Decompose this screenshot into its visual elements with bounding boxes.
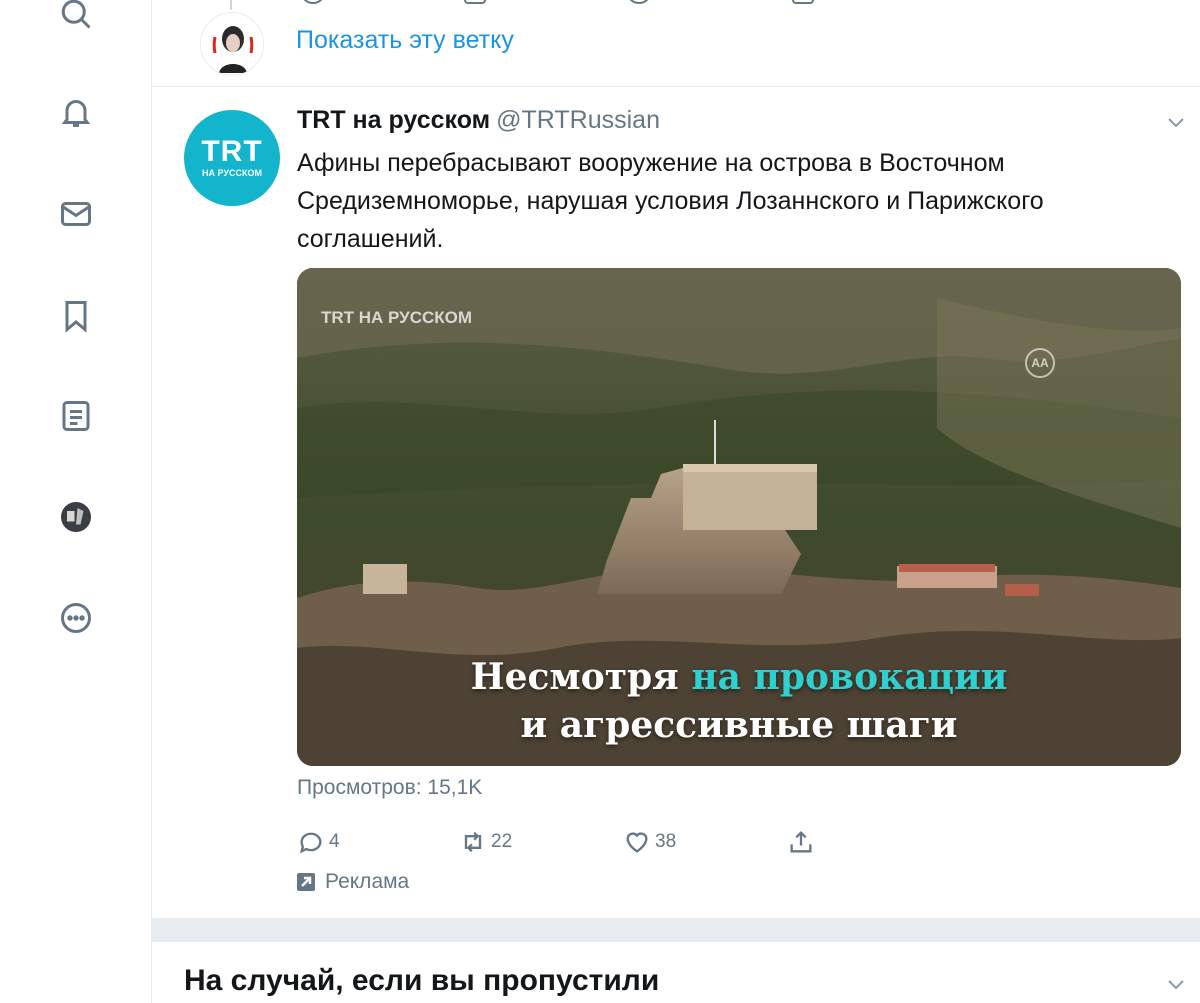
avatar-logo-subtext: НА РУССКОМ xyxy=(202,168,262,178)
thread-line xyxy=(230,0,232,10)
like-icon[interactable] xyxy=(628,0,650,4)
promoted-label: Реклама xyxy=(297,870,409,894)
mail-icon[interactable] xyxy=(56,194,96,234)
retweet-icon xyxy=(464,831,482,853)
thread-author-avatar[interactable] xyxy=(200,12,264,76)
share-button[interactable] xyxy=(787,828,819,856)
heart-icon xyxy=(626,832,648,853)
share-icon[interactable] xyxy=(792,0,814,4)
reply-icon[interactable] xyxy=(302,0,324,4)
tweet-text: Афины перебрасывают вооружение на остров… xyxy=(297,149,1044,253)
retweet-button[interactable]: 22 xyxy=(459,828,512,856)
tweet-actions: 4 22 38 xyxy=(297,828,897,862)
tweet-divider xyxy=(152,86,1200,87)
bookmark-icon[interactable] xyxy=(56,296,96,336)
video-watermark: TRT НА РУССКОМ xyxy=(321,308,473,327)
view-count: Просмотров: 15,1K xyxy=(297,776,483,799)
promoted-text: Реклама xyxy=(325,870,410,893)
tweet-author[interactable]: TRT на русском @TRTRussian xyxy=(297,106,660,135)
video-caption-line1: Несмотря на провокации xyxy=(297,656,1181,698)
chevron-down-icon[interactable] xyxy=(1164,110,1188,134)
bell-icon[interactable] xyxy=(56,92,96,132)
avatar-logo-text: TRT xyxy=(201,135,263,168)
more-icon[interactable] xyxy=(56,598,96,638)
reply-button[interactable]: 4 xyxy=(297,828,340,856)
timeline: Показать эту ветку TRT НА РУССКОМ TRT на… xyxy=(152,0,1200,1003)
section-gap xyxy=(152,918,1200,942)
like-button[interactable]: 38 xyxy=(623,828,676,856)
show-thread-link[interactable]: Показать эту ветку xyxy=(296,26,514,55)
reply-icon xyxy=(299,832,322,854)
agency-logo-icon: AA xyxy=(1025,348,1055,378)
author-handle[interactable]: @TRTRussian xyxy=(496,106,660,134)
profile-avatar[interactable] xyxy=(56,497,96,537)
reply-count: 4 xyxy=(329,831,340,852)
search-icon[interactable] xyxy=(56,0,96,34)
video-caption-line2: и агрессивные шаги xyxy=(520,704,958,746)
sidebar-nav xyxy=(0,0,152,1003)
tweet-video[interactable]: TRT НА РУССКОМ AA Несмотря на провокации… xyxy=(297,268,1181,766)
caption-plain: Несмотря xyxy=(470,656,692,698)
previous-tweet-actions xyxy=(152,0,1200,6)
chevron-down-icon[interactable] xyxy=(1164,972,1188,996)
retweet-count: 22 xyxy=(491,831,513,852)
list-icon[interactable] xyxy=(56,396,96,436)
section-title: На случай, если вы пропустили xyxy=(184,964,660,997)
caption-highlight: на провокации xyxy=(691,656,1008,698)
share-icon xyxy=(790,831,812,853)
like-count: 38 xyxy=(655,831,677,852)
author-name[interactable]: TRT на русском xyxy=(297,106,490,134)
retweet-icon[interactable] xyxy=(464,0,486,4)
promoted-icon xyxy=(297,873,315,891)
tweet-author-avatar[interactable]: TRT НА РУССКОМ xyxy=(184,110,280,206)
